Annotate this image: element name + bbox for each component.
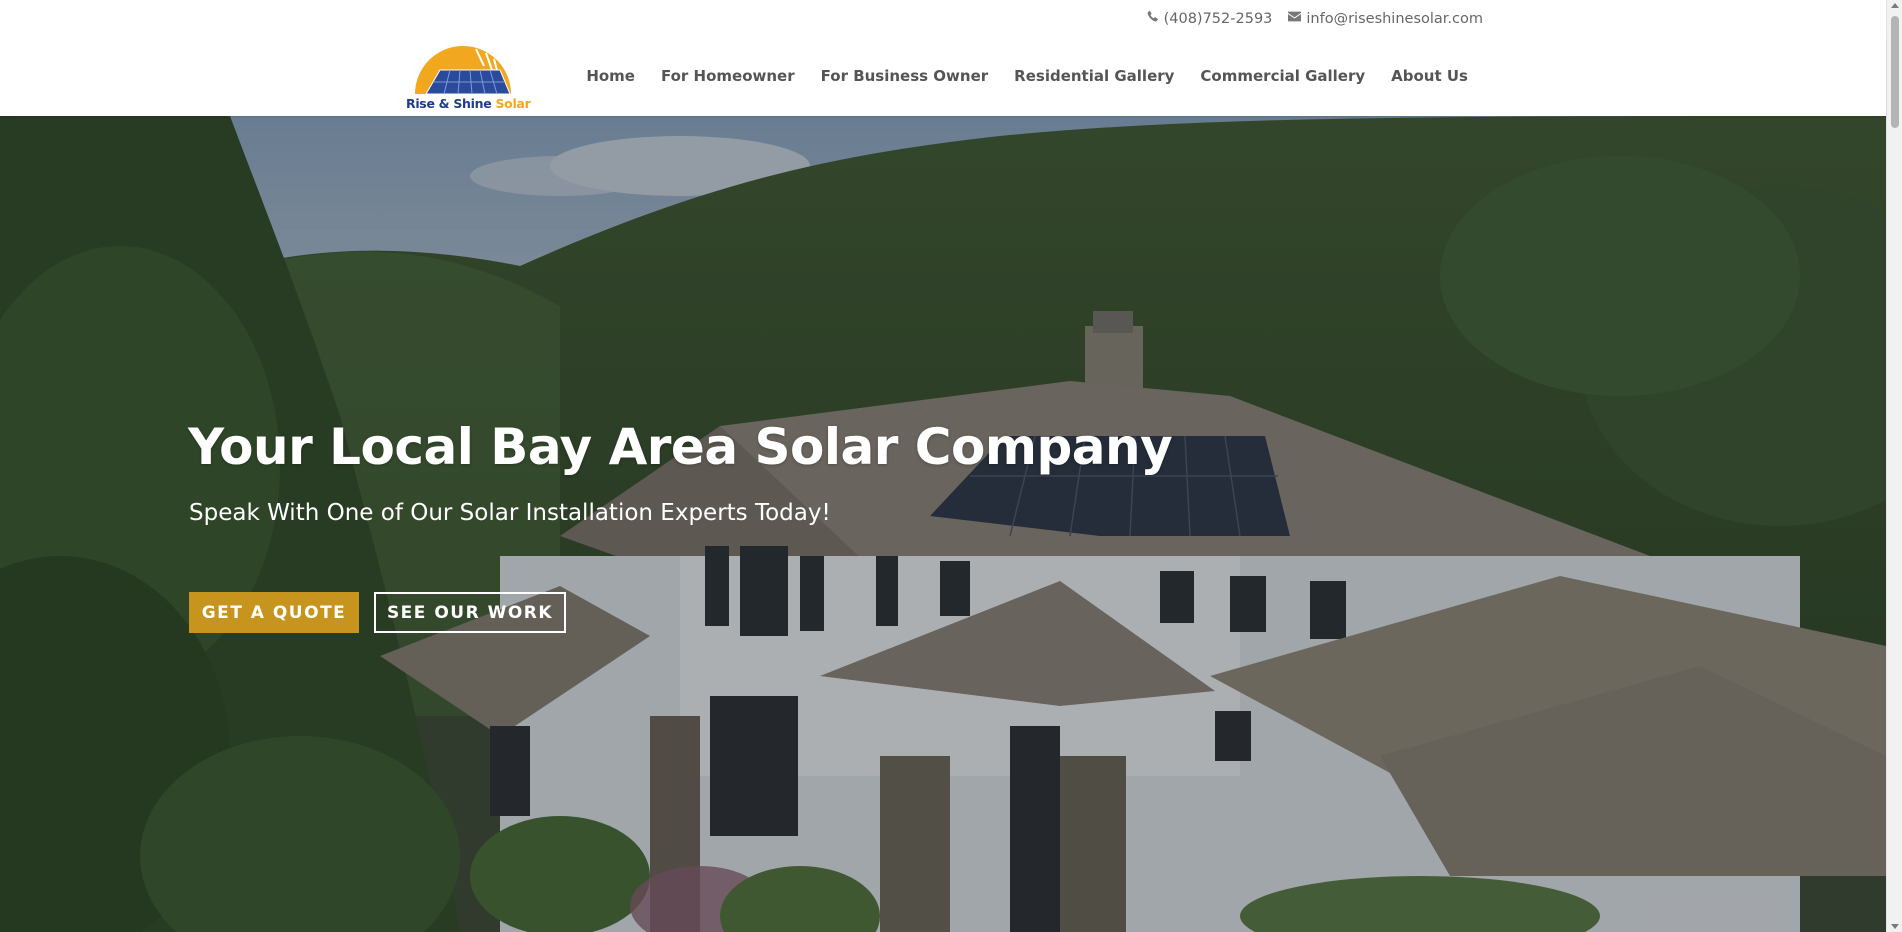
envelope-icon (1288, 10, 1302, 27)
logo-wordmark: Rise & Shine Solar (406, 96, 531, 111)
nav-about-us[interactable]: About Us (1391, 67, 1468, 85)
logo-sun-panel-icon (415, 46, 511, 95)
page-scrollbar[interactable] (1886, 0, 1902, 932)
scroll-down-arrow-icon[interactable] (1891, 924, 1899, 929)
hero-title: Your Local Bay Area Solar Company (188, 418, 1173, 476)
scroll-up-arrow-icon[interactable] (1891, 3, 1899, 8)
nav-commercial-gallery[interactable]: Commercial Gallery (1200, 67, 1365, 85)
see-our-work-button[interactable]: SEE OUR WORK (374, 592, 566, 633)
phone-icon (1146, 10, 1159, 27)
site-header: Rise & Shine Solar Home For Homeowner Fo… (0, 38, 1886, 116)
hero-section: Your Local Bay Area Solar Company Speak … (0, 116, 1886, 932)
phone-number: (408)752-2593 (1163, 10, 1273, 27)
hero-subtitle: Speak With One of Our Solar Installation… (189, 500, 831, 526)
nav-for-business-owner[interactable]: For Business Owner (821, 67, 989, 85)
phone-link[interactable]: (408)752-2593 (1146, 10, 1273, 27)
nav-for-homeowner[interactable]: For Homeowner (661, 67, 795, 85)
email-link[interactable]: info@riseshinesolar.com (1288, 10, 1483, 27)
nav-residential-gallery[interactable]: Residential Gallery (1014, 67, 1174, 85)
logo[interactable]: Rise & Shine Solar (406, 44, 531, 111)
email-address: info@riseshinesolar.com (1306, 10, 1483, 27)
contact-info: (408)752-2593 info@riseshinesolar.com (1146, 10, 1483, 27)
scrollbar-thumb[interactable] (1891, 16, 1899, 128)
top-contact-bar: (408)752-2593 info@riseshinesolar.com (0, 0, 1886, 38)
get-a-quote-button[interactable]: GET A QUOTE (189, 592, 359, 633)
main-nav: Home For Homeowner For Business Owner Re… (586, 67, 1468, 85)
nav-home[interactable]: Home (586, 67, 635, 85)
